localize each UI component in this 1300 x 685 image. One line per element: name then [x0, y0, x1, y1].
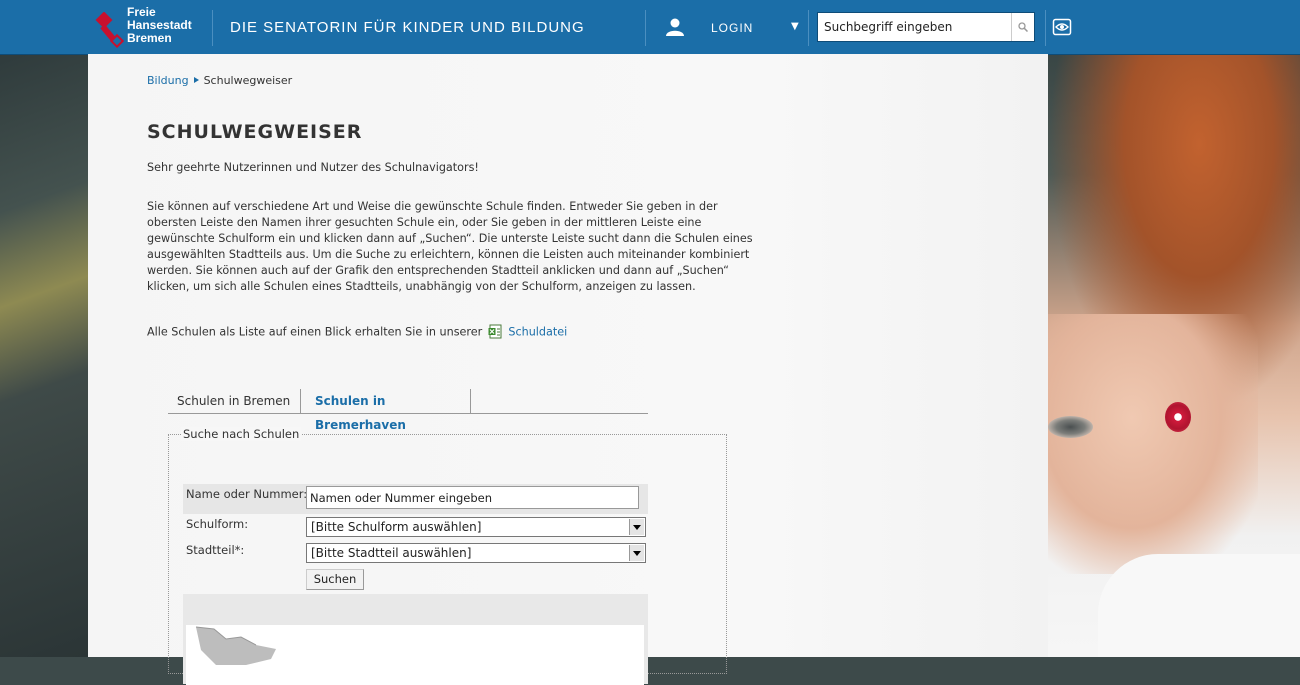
district-map-area: [183, 594, 648, 685]
schulform-label: Schulform:: [186, 517, 249, 531]
bremen-logo[interactable]: Freie Hansestadt Bremen: [94, 6, 204, 48]
header-divider: [645, 10, 646, 46]
name-or-number-input[interactable]: [306, 486, 639, 509]
school-search-form: Suche nach Schulen Name oder Nummer: Sch…: [168, 427, 727, 685]
header-divider: [1045, 10, 1046, 46]
login-link[interactable]: LOGIN: [711, 21, 753, 35]
district-map[interactable]: [186, 625, 644, 685]
schulform-value: [Bitte Schulform auswählen]: [311, 520, 482, 534]
school-list-line: Alle Schulen als Liste auf einen Blick e…: [147, 324, 567, 341]
dropdown-arrow-icon[interactable]: [629, 519, 644, 535]
background-photo-right: [1048, 54, 1300, 657]
form-legend: Suche nach Schulen: [181, 427, 302, 441]
photo-shirt: [1098, 554, 1300, 657]
bremen-key-icon: [95, 12, 124, 48]
photo-face: [1048, 314, 1258, 574]
background-photo-left: [0, 54, 88, 657]
main-content: Bildung Schulwegweiser SCHULWEGWEISER Seh…: [88, 54, 1048, 685]
breadcrumb-current: Schulwegweiser: [203, 74, 293, 87]
spreadsheet-file-icon[interactable]: [488, 324, 503, 339]
tab-schulen-bremen[interactable]: Schulen in Bremen: [168, 389, 301, 413]
stadtteil-value: [Bitte Stadtteil auswählen]: [311, 546, 472, 560]
schulform-select[interactable]: [Bitte Schulform auswählen]: [306, 517, 646, 537]
stadtteil-select[interactable]: [Bitte Stadtteil auswählen]: [306, 543, 646, 563]
description-text: Sie können auf verschiedene Art und Weis…: [147, 200, 753, 293]
search-icon: [1018, 22, 1028, 32]
photo-earring: [1165, 402, 1191, 432]
page-title: SCHULWEGWEISER: [147, 121, 363, 143]
schuldatei-link[interactable]: Schuldatei: [508, 326, 567, 339]
search-button[interactable]: [1011, 13, 1034, 41]
department-title[interactable]: DIE SENATORIN FÜR KINDER UND BILDUNG: [230, 19, 585, 36]
site-header: Freie Hansestadt Bremen DIE SENATORIN FÜ…: [0, 0, 1300, 55]
breadcrumb-arrow-icon: [193, 77, 199, 83]
photo-eye: [1048, 416, 1093, 438]
logo-line-3: Bremen: [127, 31, 172, 45]
bremen-map-graphic[interactable]: [186, 625, 286, 665]
stadtteil-label: Stadtteil*:: [186, 543, 245, 557]
school-list-text: Alle Schulen als Liste auf einen Blick e…: [147, 325, 483, 339]
name-label: Name oder Nummer:: [186, 487, 308, 501]
tab-schulen-bremerhaven[interactable]: Schulen in Bremerhaven: [306, 389, 471, 432]
dropdown-arrow-icon[interactable]: [629, 545, 644, 561]
accessibility-eye-icon[interactable]: [1052, 17, 1072, 37]
user-icon[interactable]: [665, 17, 685, 37]
header-divider: [212, 10, 213, 46]
breadcrumb: Bildung Schulwegweiser: [147, 74, 292, 87]
header-divider: [808, 10, 809, 46]
chevron-down-icon[interactable]: ▼: [791, 21, 799, 32]
site-search: [817, 12, 1035, 42]
logo-text: Freie Hansestadt Bremen: [127, 6, 192, 45]
region-tabs: Schulen in Bremen Schulen in Bremerhaven: [168, 389, 648, 432]
intro-text: Sehr geehrte Nutzerinnen und Nutzer des …: [147, 161, 479, 174]
breadcrumb-home-link[interactable]: Bildung: [147, 74, 189, 87]
search-submit-button[interactable]: Suchen: [306, 569, 364, 590]
search-input[interactable]: [818, 13, 1012, 41]
